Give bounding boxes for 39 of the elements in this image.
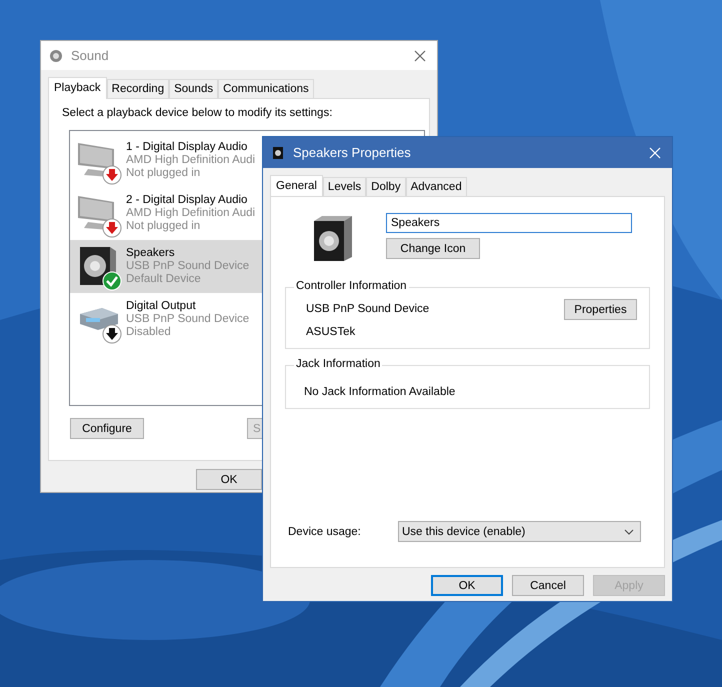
- controller-name: USB PnP Sound Device: [306, 302, 430, 317]
- properties-button[interactable]: Properties: [564, 299, 637, 320]
- window-title: Sound: [71, 48, 110, 63]
- device-driver: AMD High Definition Audi: [126, 154, 256, 167]
- jack-info-text: No Jack Information Available: [304, 385, 456, 400]
- device-status: Disabled: [126, 326, 172, 339]
- dialog-button[interactable]: OK: [431, 575, 503, 596]
- tab[interactable]: Levels: [322, 177, 366, 196]
- tab[interactable]: Dolby: [366, 177, 406, 196]
- tab[interactable]: Advanced: [406, 177, 467, 196]
- device-driver: USB PnP Sound Device: [126, 313, 250, 326]
- device-status: Default Device: [126, 273, 202, 286]
- close-icon[interactable]: [414, 50, 426, 62]
- dialog-button[interactable]: Cancel: [512, 575, 584, 596]
- device-driver: AMD High Definition Audi: [126, 207, 256, 220]
- device-name: Digital Output: [126, 300, 197, 313]
- window-title: Speakers Properties: [293, 145, 412, 160]
- change-icon-button[interactable]: Change Icon: [386, 238, 480, 259]
- device-name: Speakers: [126, 247, 176, 260]
- name-field[interactable]: Speakers: [386, 213, 632, 233]
- device-name: 2 - Digital Display Audio: [126, 194, 248, 207]
- group-heading: Jack Information: [294, 358, 382, 370]
- configure-button[interactable]: Configure: [70, 418, 144, 439]
- group-heading: Controller Information: [294, 280, 409, 292]
- device-status: Not plugged in: [126, 167, 202, 180]
- tab[interactable]: Sounds: [169, 79, 218, 98]
- instruction-text: Select a playback device below to modify its settings:: [62, 107, 334, 121]
- chevron-icon: [624, 528, 634, 534]
- tab[interactable]: Recording: [106, 79, 170, 98]
- ok-button[interactable]: OK: [196, 469, 262, 490]
- device-usage-label: Device usage:: [288, 526, 362, 538]
- device-name: 1 - Digital Display Audio: [126, 141, 248, 154]
- device-status: Not plugged in: [126, 220, 202, 233]
- tab[interactable]: Communications: [218, 79, 314, 98]
- tab[interactable]: General: [270, 175, 323, 197]
- device-driver: USB PnP Sound Device: [126, 260, 250, 273]
- device-usage-dropdown[interactable]: Use this device (enable): [398, 521, 641, 542]
- vendor-name: ASUSTek: [306, 325, 356, 340]
- tab[interactable]: Playback: [48, 77, 107, 99]
